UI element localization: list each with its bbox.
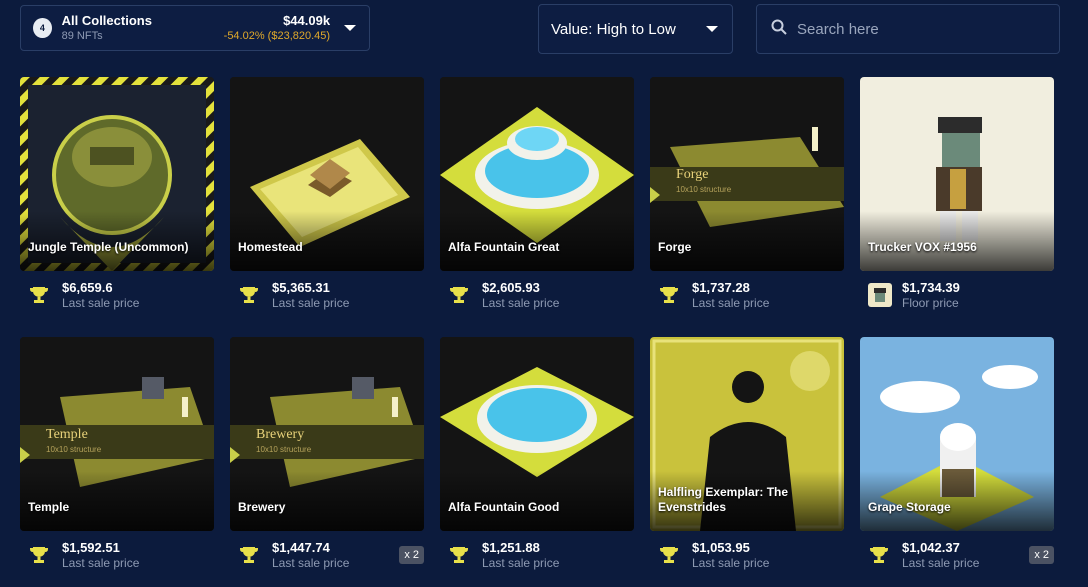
sort-dropdown[interactable]: Value: High to Low (538, 4, 733, 54)
nft-price: $1,042.37 (902, 539, 960, 555)
nft-card[interactable]: Temple 10x10 structure Temple $1,592.51 … (20, 337, 214, 571)
nft-card[interactable]: Homestead $5,365.31 Last sale price (230, 77, 424, 311)
nft-thumbnail[interactable]: Brewery 10x10 structure Brewery (230, 337, 424, 531)
nft-thumbnail[interactable]: Alfa Fountain Good (440, 337, 634, 531)
nft-price-label: Last sale price (272, 555, 350, 570)
nft-card-caption-sub: 10x10 structure (46, 445, 102, 454)
nft-price: $2,605.93 (482, 279, 540, 295)
nft-card-caption-sub: 10x10 structure (676, 185, 732, 194)
search-input[interactable] (797, 20, 1045, 38)
nft-price: $1,251.88 (482, 539, 540, 555)
nft-card[interactable]: Forge 10x10 structure Forge $1,737.28 La… (650, 77, 844, 311)
nft-thumbnail[interactable]: Homestead (230, 77, 424, 271)
nft-thumbnail[interactable]: Alfa Fountain Great (440, 77, 634, 271)
nft-price: $1,053.95 (692, 539, 750, 555)
nft-thumbnail[interactable]: Temple 10x10 structure Temple (20, 337, 214, 531)
collection-count-badge: 4 (33, 18, 52, 38)
nft-name: Forge (658, 240, 692, 254)
nft-card[interactable]: Grape Storage $1,042.37 Last sale price … (860, 337, 1054, 571)
nft-price: $1,734.39 (902, 279, 960, 295)
nft-price-label: Last sale price (902, 555, 980, 570)
sort-dropdown-label: Value: High to Low (551, 20, 676, 38)
collection-avatar (868, 283, 892, 307)
trophy-icon (28, 544, 50, 566)
nft-thumbnail[interactable]: Forge 10x10 structure Forge (650, 77, 844, 271)
nft-grid: Jungle Temple (Uncommon) $6,659.6 Last s… (20, 77, 1060, 571)
nft-price-label: Last sale price (692, 555, 770, 570)
nft-price: $1,737.28 (692, 279, 750, 295)
collection-title: All Collections (61, 13, 152, 28)
collection-total-value: $44.09k (283, 13, 331, 28)
nft-thumbnail[interactable]: Halfling Exemplar: The Evenstrides (650, 337, 844, 531)
nft-name: Jungle Temple (Uncommon) (28, 240, 189, 254)
nft-price: $5,365.31 (272, 279, 330, 295)
nft-name: Alfa Fountain Good (448, 500, 560, 514)
trophy-icon (28, 284, 50, 306)
nft-price-label: Last sale price (272, 295, 350, 310)
collection-value-change: -54.02% ($23,820.45) (223, 30, 331, 42)
nft-card[interactable]: Alfa Fountain Good $1,251.88 Last sale p… (440, 337, 634, 571)
search-box[interactable] (756, 4, 1060, 54)
nft-name: Homestead (238, 240, 303, 254)
search-icon (771, 19, 787, 40)
trophy-icon (238, 284, 260, 306)
nft-price-label: Floor price (902, 295, 959, 310)
chevron-down-icon (704, 21, 720, 37)
nft-name: Trucker VOX #1956 (868, 240, 977, 254)
trophy-icon (868, 544, 890, 566)
nft-thumbnail[interactable]: Grape Storage (860, 337, 1054, 531)
nft-name: Temple (28, 500, 70, 514)
collection-selector[interactable]: 4 All Collections 89 NFTs $44.09k -54.02… (20, 5, 370, 51)
nft-price: $1,447.74 (272, 539, 330, 555)
nft-name: Alfa Fountain Great (448, 240, 560, 254)
nft-card-caption: Temple (46, 427, 88, 442)
chevron-down-icon[interactable] (342, 20, 357, 36)
trophy-icon (448, 544, 470, 566)
nft-name: Grape Storage (868, 500, 951, 514)
nft-price: $6,659.6 (62, 279, 113, 295)
nft-card[interactable]: Jungle Temple (Uncommon) $6,659.6 Last s… (20, 77, 214, 311)
quantity-badge: x 2 (399, 546, 424, 564)
collection-nft-count: 89 NFTs (61, 30, 103, 42)
trophy-icon (238, 544, 260, 566)
nft-thumbnail[interactable]: Jungle Temple (Uncommon) (20, 77, 214, 271)
nft-price-label: Last sale price (62, 555, 140, 570)
nft-thumbnail[interactable]: Trucker VOX #1956 (860, 77, 1054, 271)
nft-card[interactable]: Halfling Exemplar: The Evenstrides $1,05… (650, 337, 844, 571)
nft-card-caption: Forge (676, 167, 709, 182)
nft-card[interactable]: Brewery 10x10 structure Brewery $1,447.7… (230, 337, 424, 571)
trophy-icon (658, 284, 680, 306)
nft-card-caption: Brewery (256, 427, 305, 442)
nft-price-label: Last sale price (62, 295, 140, 310)
nft-price-label: Last sale price (482, 555, 560, 570)
nft-name: Brewery (238, 500, 286, 514)
nft-card-caption-sub: 10x10 structure (256, 445, 312, 454)
nft-price: $1,592.51 (62, 539, 120, 555)
nft-price-label: Last sale price (482, 295, 560, 310)
nft-card[interactable]: Trucker VOX #1956 $1,734.39 Floor price (860, 77, 1054, 311)
trophy-icon (448, 284, 470, 306)
nft-card[interactable]: Alfa Fountain Great $2,605.93 Last sale … (440, 77, 634, 311)
quantity-badge: x 2 (1029, 546, 1054, 564)
nft-price-label: Last sale price (692, 295, 770, 310)
trophy-icon (658, 544, 680, 566)
nft-name: Halfling Exemplar: The Evenstrides (658, 485, 789, 514)
